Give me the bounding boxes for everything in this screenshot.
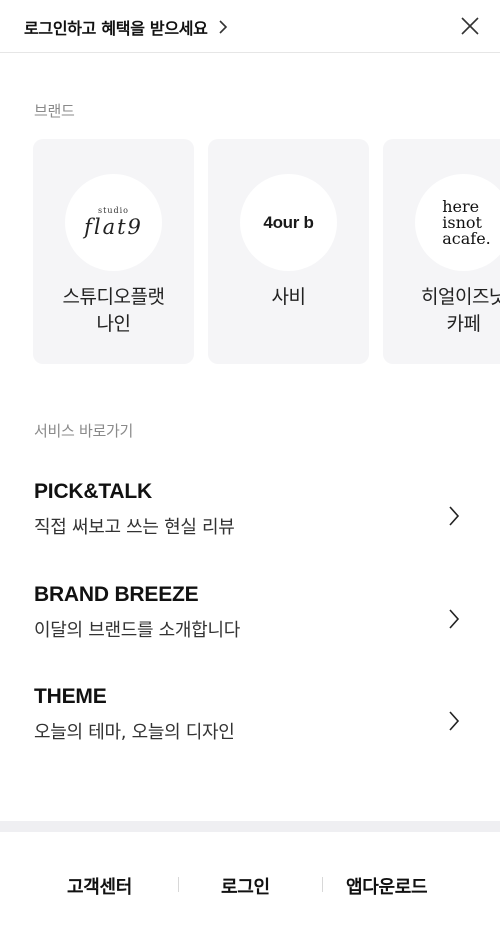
brand-name: 스튜디오플랫 나인: [62, 286, 165, 335]
flat9-logo-small: studio: [98, 206, 129, 215]
brand-logo: here isnot acafe.: [415, 174, 500, 271]
customer-center-link[interactable]: 고객센터: [67, 873, 132, 899]
header: 로그인하고 혜택을 받으세요: [0, 0, 500, 53]
brand-logo: studio flat9: [65, 174, 162, 271]
footer-nav: 고객센터 로그인 앱다운로드: [0, 832, 500, 938]
section-divider: [0, 821, 500, 832]
service-item-brand-breeze[interactable]: BRAND BREEZE 이달의 브랜드를 소개합니다: [0, 583, 500, 669]
footer-divider: [178, 877, 179, 892]
chevron-right-icon: [449, 711, 460, 731]
flat9-logo: studio flat9: [84, 206, 143, 239]
service-title: THEME: [34, 685, 107, 708]
service-item-theme[interactable]: THEME 오늘의 테마, 오늘의 디자인: [0, 685, 500, 771]
flat9-logo-main: flat9: [84, 215, 143, 239]
login-link[interactable]: 로그인: [221, 873, 270, 899]
chevron-right-icon: [449, 506, 460, 526]
login-banner-link[interactable]: 로그인하고 혜택을 받으세요: [24, 14, 228, 40]
logo-line: acafe.: [442, 228, 491, 248]
service-section-label: 서비스 바로가기: [34, 422, 133, 440]
chevron-right-icon: [219, 20, 227, 34]
app-download-link[interactable]: 앱다운로드: [346, 873, 428, 899]
footer-divider: [322, 877, 323, 892]
brand-name: 사비: [271, 286, 306, 308]
brand-card-savi[interactable]: 4our b 사비: [208, 139, 369, 364]
service-description: 이달의 브랜드를 소개합니다: [34, 620, 240, 641]
brand-name: 히얼이즈낫 카페: [421, 286, 500, 335]
service-description: 직접 써보고 쓰는 현실 리뷰: [34, 517, 235, 538]
hereisnotacafe-logo: here isnot acafe.: [442, 198, 491, 248]
brand-section-label: 브랜드: [34, 102, 75, 120]
brand-card-hereisnotacafe[interactable]: here isnot acafe. 히얼이즈낫 카페: [383, 139, 500, 364]
close-icon[interactable]: [458, 14, 482, 38]
brand-carousel[interactable]: studio flat9 스튜디오플랫 나인 4our b 사비 here is…: [33, 139, 500, 364]
brand-card-flat9[interactable]: studio flat9 스튜디오플랫 나인: [33, 139, 194, 364]
service-description: 오늘의 테마, 오늘의 디자인: [34, 722, 235, 743]
login-banner-text: 로그인하고 혜택을 받으세요: [24, 19, 208, 38]
4ourb-logo: 4our b: [263, 212, 314, 232]
brand-logo: 4our b: [240, 174, 337, 271]
chevron-right-icon: [449, 609, 460, 629]
service-item-pick-and-talk[interactable]: PICK&TALK 직접 써보고 쓰는 현실 리뷰: [0, 480, 500, 566]
service-title: BRAND BREEZE: [34, 583, 199, 606]
service-title: PICK&TALK: [34, 480, 152, 503]
